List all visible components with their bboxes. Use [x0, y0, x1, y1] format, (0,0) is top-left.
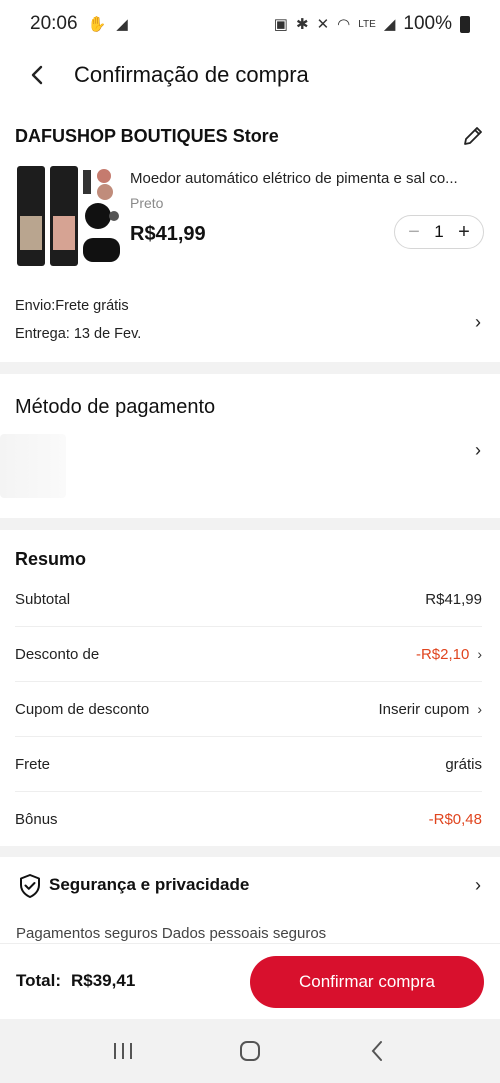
notification-icon: ✋	[87, 16, 107, 33]
back-button[interactable]	[12, 48, 62, 102]
battery-icon	[460, 15, 470, 33]
app-header: Confirmação de compra	[0, 48, 500, 102]
security-subtitle: Pagamentos seguros Dados pessoais seguro…	[16, 925, 327, 942]
total-label: Total:	[16, 971, 62, 990]
summary-row-subtotal: Subtotal R$41,99	[15, 572, 482, 627]
nfc-icon: ▣	[273, 16, 288, 33]
home-icon	[239, 1041, 260, 1061]
bluetooth-icon: ✱	[295, 16, 309, 33]
chevron-right-icon: ›	[475, 440, 481, 460]
recent-apps-button[interactable]	[103, 1031, 143, 1071]
cell-signal-icon: ◢	[383, 16, 396, 33]
store-card: DAFUSHOP BOUTIQUES Store Moedor automáti…	[0, 102, 500, 362]
summary-label: Subtotal	[15, 590, 71, 608]
summary-row-shipping: Frete grátis	[15, 737, 482, 792]
store-name: DAFUSHOP BOUTIQUES Store	[15, 125, 279, 146]
decrease-quantity-button[interactable]: −	[405, 222, 423, 242]
summary-row-coupon[interactable]: Cupom de desconto Inserir cupom ›	[15, 682, 482, 737]
signal-icon: ◢	[116, 16, 128, 33]
status-time: 20:06	[30, 13, 78, 34]
product-price: R$41,99	[130, 223, 206, 245]
product-image[interactable]	[15, 164, 120, 269]
security-privacy-card[interactable]: Segurança e privacidade › Pagamentos seg…	[0, 857, 500, 943]
pencil-icon[interactable]	[461, 124, 485, 148]
product-variant: Preto	[130, 195, 164, 211]
mute-icon: ✕	[316, 16, 330, 33]
delivery-date: Entrega: 13 de Fev.	[15, 326, 142, 342]
back-arrow-icon	[371, 1041, 382, 1061]
system-nav-bar	[0, 1019, 500, 1083]
summary-value: R$41,99	[425, 590, 482, 608]
payment-method-thumbnail	[0, 434, 66, 498]
chevron-right-icon: ›	[475, 875, 481, 895]
quantity-value: 1	[434, 222, 444, 241]
status-bar: 20:06 ✋ ◢ ▣ ✱ ✕ ◠ LTE ◢ 100%	[0, 0, 500, 48]
payment-method-card[interactable]: Método de pagamento ›	[0, 374, 500, 518]
recent-apps-icon	[114, 1043, 133, 1059]
system-back-button[interactable]	[357, 1031, 397, 1071]
volte-icon: LTE	[358, 18, 376, 30]
discount-value: -R$2,10	[415, 645, 470, 663]
page-title: Confirmação de compra	[74, 62, 309, 87]
summary-row-bonus: Bônus -R$0,48	[15, 792, 482, 847]
increase-quantity-button[interactable]: +	[455, 222, 473, 242]
chevron-right-icon: ›	[477, 701, 482, 717]
insert-coupon-link[interactable]: Inserir cupom	[378, 701, 469, 718]
home-button[interactable]	[230, 1031, 270, 1071]
total-value: R$39,41	[71, 971, 136, 990]
shield-check-icon	[20, 874, 40, 898]
shipping-row[interactable]: Envio:Frete grátis Entrega: 13 de Fev. ›	[15, 298, 485, 354]
summary-row-discount[interactable]: Desconto de -R$2,10 ›	[15, 627, 482, 682]
back-arrow-icon	[31, 65, 43, 85]
checkout-bar: Total: R$39,41 Confirmar compra	[0, 943, 500, 1019]
bonus-value: -R$0,48	[428, 811, 482, 828]
chevron-right-icon: ›	[477, 646, 482, 662]
wifi-icon: ◠	[337, 16, 351, 33]
summary-label: Cupom de desconto	[15, 700, 150, 718]
summary-title: Resumo	[15, 549, 87, 569]
summary-label: Bônus	[15, 811, 58, 828]
quantity-stepper: − 1 +	[394, 215, 484, 249]
confirm-purchase-button[interactable]: Confirmar compra	[250, 956, 484, 1008]
summary-label: Frete	[15, 755, 51, 773]
product-title[interactable]: Moedor automático elétrico de pimenta e …	[130, 170, 480, 187]
chevron-right-icon: ›	[475, 312, 481, 332]
summary-value: grátis	[445, 755, 482, 773]
shipping-method: Envio:Frete grátis	[15, 298, 129, 314]
summary-card: Resumo Subtotal R$41,99 Desconto de -R$2…	[0, 530, 500, 846]
security-title: Segurança e privacidade	[49, 875, 250, 894]
battery-percent: 100%	[403, 13, 452, 34]
payment-method-title: Método de pagamento	[15, 396, 216, 418]
summary-label: Desconto de	[15, 645, 100, 663]
